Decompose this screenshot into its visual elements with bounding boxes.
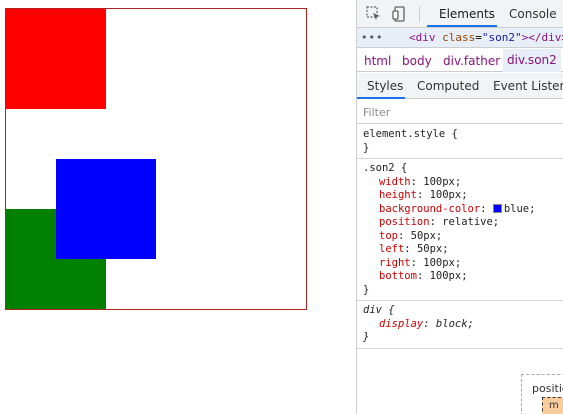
styles-rules: element.style { } .son2 { width: 100px; … [357,125,563,349]
subtab-computed[interactable]: Computed [417,79,479,93]
declaration-height[interactable]: height: 100px; [363,189,563,203]
declaration-right[interactable]: right: 100px; [363,257,563,271]
box-model-position-label: positio [532,382,563,395]
rule-close: } [363,141,370,154]
box-model-margin[interactable]: m [542,397,563,414]
rule-son2[interactable]: .son2 { width: 100px; height: 100px; bac… [357,159,563,301]
color-swatch[interactable] [492,203,502,213]
declaration-position[interactable]: position: relative; [363,216,563,230]
subtab-event-listeners[interactable]: Event Listene [493,79,563,93]
active-subtab-indicator [357,97,405,99]
rule-element-style[interactable]: element.style { } [357,125,563,159]
devtools-panel: Elements Console ••• <div class="son2"><… [356,0,563,414]
breadcrumb-div-son2[interactable]: div.son2 [503,49,561,72]
rule-selector: element.style { [363,128,458,140]
filter-bar [357,100,563,124]
devtools-toolbar: Elements Console [357,0,563,28]
rule-close: } [363,331,370,343]
rule-selector: div { [363,304,395,316]
declaration-width[interactable]: width: 100px; [363,176,563,190]
tab-console[interactable]: Console [509,7,557,21]
box-model-diagram: positio m [521,374,563,414]
toolbar-divider [419,6,420,22]
declaration-bottom[interactable]: bottom: 100px; [363,270,563,284]
blue-box [56,159,156,259]
declaration-display: display: block; [379,317,474,330]
red-box [6,9,106,109]
breadcrumb-div-father[interactable]: div.father [443,54,500,68]
selected-node-row[interactable]: ••• <div class="son2"></div> [357,28,563,48]
active-tab-indicator [427,25,497,27]
breadcrumb-body[interactable]: body [402,54,432,68]
tab-elements[interactable]: Elements [439,7,495,21]
declaration-background-color[interactable]: background-color: blue; [363,203,563,217]
declaration-left[interactable]: left: 50px; [363,243,563,257]
breadcrumb: html body div.father div.son2 [357,49,563,72]
filter-input[interactable] [363,104,553,120]
inspect-element-icon[interactable] [365,5,383,23]
device-toolbar-icon[interactable] [391,5,409,23]
breadcrumb-html[interactable]: html [364,54,391,68]
rule-div-useragent[interactable]: div { display: block; } [357,301,563,349]
selected-node[interactable]: <div class="son2"></div> [409,31,563,44]
subtab-styles[interactable]: Styles [367,79,403,93]
rule-selector: .son2 { [363,162,408,174]
styles-subtabs: Styles Computed Event Listene [357,73,563,99]
more-icon[interactable]: ••• [361,31,383,44]
father-div [5,8,307,310]
declaration-top[interactable]: top: 50px; [363,230,563,244]
rule-close: } [363,283,370,296]
